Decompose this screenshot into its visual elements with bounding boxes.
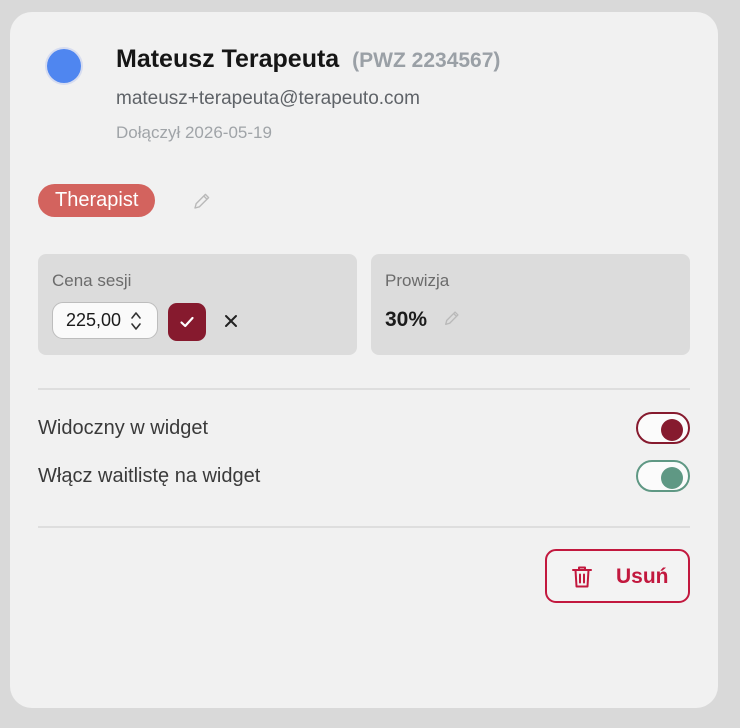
session-price-box: Cena sesji [38, 254, 357, 355]
delete-label: Usuń [616, 565, 669, 588]
role-badge: Therapist [38, 184, 156, 217]
pencil-icon[interactable] [443, 309, 461, 327]
user-name: Mateusz Terapeuta [116, 45, 340, 73]
divider [38, 388, 690, 390]
commission-value: 30% [385, 308, 428, 331]
confirm-price-button[interactable] [168, 303, 206, 341]
divider [38, 526, 690, 528]
waitlist-toggle[interactable] [636, 460, 690, 492]
waitlist-label: Włącz waitlistę na widget [38, 465, 261, 487]
user-email: mateusz+terapeuta@terapeuto.com [116, 88, 420, 109]
avatar [47, 49, 81, 83]
widget-visibility-label: Widoczny w widget [38, 417, 209, 439]
therapist-card: Mateusz Terapeuta (PWZ 2234567) mateusz+… [10, 12, 718, 708]
name-row: Mateusz Terapeuta (PWZ 2234567) [116, 45, 500, 74]
pencil-icon[interactable] [192, 191, 212, 211]
session-price-label: Cena sesji [52, 271, 132, 290]
toggle-knob [661, 467, 683, 489]
commission-box: Prowizja 30% [371, 254, 690, 355]
toggle-knob [661, 419, 683, 441]
joined-date: Dołączył 2026-05-19 [116, 123, 272, 142]
trash-icon [572, 566, 592, 588]
spinner-arrows-icon[interactable] [129, 310, 143, 332]
widget-visibility-toggle[interactable] [636, 412, 690, 444]
close-icon[interactable] [220, 310, 242, 332]
check-icon [180, 316, 194, 328]
pwz-number: (PWZ 2234567) [352, 49, 501, 72]
commission-label: Prowizja [385, 271, 450, 290]
delete-button[interactable]: Usuń [545, 549, 690, 603]
